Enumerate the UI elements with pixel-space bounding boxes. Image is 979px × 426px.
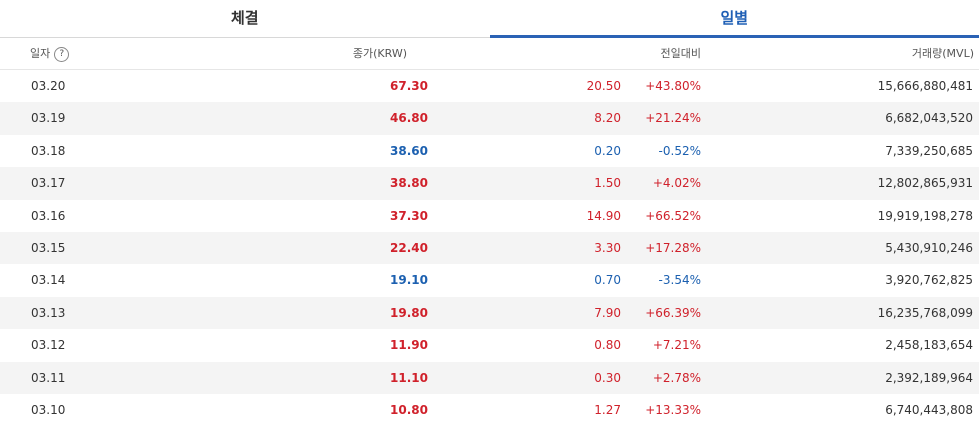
date-cell: 03.20 — [31, 70, 65, 102]
close-price-cell: 22.40 — [390, 232, 428, 264]
table-row: 03.14 19.10 0.70 -3.54% 3,920,762,825 — [0, 264, 979, 296]
volume-column-header: 거래량(MVL) — [912, 38, 974, 69]
date-column-header: 일자? — [30, 38, 69, 69]
table-row: 03.13 19.80 7.90 +66.39% 16,235,768,099 — [0, 297, 979, 329]
table-row: 03.12 11.90 0.80 +7.21% 2,458,183,654 — [0, 329, 979, 361]
volume-cell: 6,740,443,808 — [885, 394, 973, 426]
close-price-cell: 37.30 — [390, 200, 428, 232]
close-price-cell: 19.10 — [390, 264, 428, 296]
change-amount-cell: 0.80 — [594, 329, 621, 361]
change-amount-cell: 0.20 — [594, 135, 621, 167]
table-row: 03.19 46.80 8.20 +21.24% 6,682,043,520 — [0, 102, 979, 134]
date-cell: 03.15 — [31, 232, 65, 264]
date-cell: 03.18 — [31, 135, 65, 167]
table-row: 03.17 38.80 1.50 +4.02% 12,802,865,931 — [0, 167, 979, 199]
date-header-label: 일자 — [30, 47, 50, 60]
close-price-cell: 67.30 — [390, 70, 428, 102]
close-price-cell: 19.80 — [390, 297, 428, 329]
change-amount-cell: 20.50 — [587, 70, 621, 102]
close-price-column-header: 종가(KRW) — [353, 38, 407, 69]
volume-cell: 12,802,865,931 — [878, 167, 973, 199]
change-rate-cell: +7.21% — [653, 329, 701, 361]
change-rate-cell: -3.54% — [659, 264, 701, 296]
date-cell: 03.19 — [31, 102, 65, 134]
table-row: 03.20 67.30 20.50 +43.80% 15,666,880,481 — [0, 70, 979, 102]
tab-bar: 체결 일별 — [0, 0, 979, 38]
change-amount-cell: 1.27 — [594, 394, 621, 426]
date-cell: 03.12 — [31, 329, 65, 361]
date-cell: 03.17 — [31, 167, 65, 199]
tab-daily[interactable]: 일별 — [490, 0, 979, 38]
volume-cell: 15,666,880,481 — [878, 70, 973, 102]
table-row: 03.16 37.30 14.90 +66.52% 19,919,198,278 — [0, 200, 979, 232]
date-cell: 03.11 — [31, 362, 65, 394]
table-header: 일자? 종가(KRW) 전일대비 거래량(MVL) — [0, 38, 979, 70]
change-amount-cell: 0.70 — [594, 264, 621, 296]
volume-cell: 2,392,189,964 — [885, 362, 973, 394]
close-price-cell: 38.80 — [390, 167, 428, 199]
change-rate-cell: +66.39% — [645, 297, 701, 329]
table-row: 03.15 22.40 3.30 +17.28% 5,430,910,246 — [0, 232, 979, 264]
date-cell: 03.14 — [31, 264, 65, 296]
close-price-cell: 11.10 — [390, 362, 428, 394]
change-rate-cell: -0.52% — [659, 135, 701, 167]
table-row: 03.18 38.60 0.20 -0.52% 7,339,250,685 — [0, 135, 979, 167]
change-rate-cell: +21.24% — [645, 102, 701, 134]
change-amount-cell: 14.90 — [587, 200, 621, 232]
change-amount-cell: 3.30 — [594, 232, 621, 264]
volume-cell: 6,682,043,520 — [885, 102, 973, 134]
table-row: 03.11 11.10 0.30 +2.78% 2,392,189,964 — [0, 362, 979, 394]
date-cell: 03.13 — [31, 297, 65, 329]
close-price-cell: 46.80 — [390, 102, 428, 134]
change-amount-cell: 7.90 — [594, 297, 621, 329]
change-rate-cell: +43.80% — [645, 70, 701, 102]
close-price-cell: 10.80 — [390, 394, 428, 426]
volume-cell: 19,919,198,278 — [878, 200, 973, 232]
volume-cell: 2,458,183,654 — [885, 329, 973, 361]
change-rate-cell: +4.02% — [653, 167, 701, 199]
change-rate-cell: +13.33% — [645, 394, 701, 426]
change-rate-cell: +66.52% — [645, 200, 701, 232]
change-amount-cell: 1.50 — [594, 167, 621, 199]
table-row: 03.10 10.80 1.27 +13.33% 6,740,443,808 — [0, 394, 979, 426]
change-amount-cell: 8.20 — [594, 102, 621, 134]
close-price-cell: 11.90 — [390, 329, 428, 361]
date-cell: 03.16 — [31, 200, 65, 232]
change-rate-cell: +2.78% — [653, 362, 701, 394]
volume-cell: 5,430,910,246 — [885, 232, 973, 264]
change-amount-cell: 0.30 — [594, 362, 621, 394]
help-icon[interactable]: ? — [54, 47, 69, 62]
change-column-header: 전일대비 — [661, 38, 701, 69]
date-cell: 03.10 — [31, 394, 65, 426]
change-rate-cell: +17.28% — [645, 232, 701, 264]
daily-price-table: 03.2067.3020.50+43.80%15,666,880,48103.1… — [0, 70, 979, 426]
close-price-cell: 38.60 — [390, 135, 428, 167]
volume-cell: 16,235,768,099 — [878, 297, 973, 329]
tab-trades[interactable]: 체결 — [0, 0, 490, 38]
volume-cell: 7,339,250,685 — [885, 135, 973, 167]
volume-cell: 3,920,762,825 — [885, 264, 973, 296]
